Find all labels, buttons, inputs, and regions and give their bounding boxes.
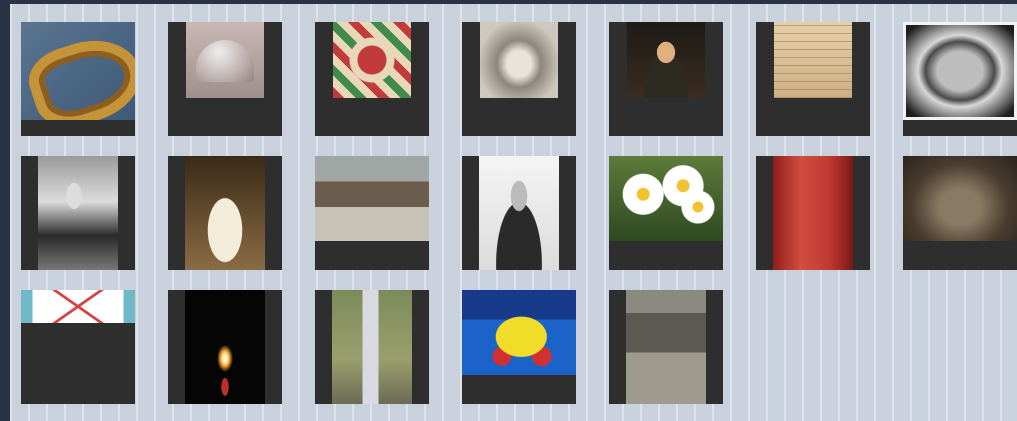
thumb-man-in-hat	[479, 156, 559, 270]
gallery-tile[interactable]	[903, 156, 1017, 270]
thumb-glass-dome	[186, 22, 264, 98]
thumb-street-crowd	[315, 156, 429, 241]
gallery-tile[interactable]	[21, 22, 135, 136]
gallery-tile[interactable]	[609, 22, 723, 136]
thumb-woman-portrait	[38, 156, 118, 270]
gallery-tile[interactable]	[609, 290, 723, 404]
gallery-tile[interactable]	[315, 156, 429, 270]
gallery-panel	[10, 4, 1017, 421]
gallery-tile[interactable]	[903, 22, 1017, 136]
thumb-yellow-car	[462, 290, 576, 375]
gallery-tile[interactable]	[315, 290, 429, 404]
gallery-tile[interactable]	[462, 290, 576, 404]
thumb-golden-knot	[21, 22, 135, 120]
gallery-tile[interactable]	[315, 22, 429, 136]
gallery-tile[interactable]	[462, 156, 576, 270]
thumb-baby-photo	[185, 156, 265, 270]
gallery-tile[interactable]	[756, 22, 870, 136]
thumb-painted-portrait	[627, 22, 705, 98]
thumb-tile-pattern	[333, 22, 411, 98]
thumbnail-grid	[21, 22, 1017, 404]
gallery-tile[interactable]	[168, 156, 282, 270]
thumb-red-book	[773, 156, 853, 270]
gallery-tile[interactable]	[168, 290, 282, 404]
dome-shape	[196, 40, 254, 82]
gallery-tile[interactable]	[462, 22, 576, 136]
thumb-sepia-person	[480, 22, 558, 98]
thumb-daisies	[609, 156, 723, 241]
thumb-diagram	[21, 290, 135, 323]
thumb-old-street	[626, 290, 706, 404]
gallery-tile[interactable]	[21, 290, 135, 404]
thumb-stone-marker	[332, 290, 412, 404]
gallery-tile[interactable]	[21, 156, 135, 270]
thumb-framed-photo	[903, 22, 1017, 120]
knot-shape	[21, 26, 135, 120]
thumb-candle	[185, 290, 265, 404]
thumb-rock-texture	[903, 156, 1017, 241]
gallery-tile[interactable]	[609, 156, 723, 270]
gallery-tile[interactable]	[756, 156, 870, 270]
gallery-tile[interactable]	[168, 22, 282, 136]
thumb-handwritten-page	[774, 22, 852, 98]
